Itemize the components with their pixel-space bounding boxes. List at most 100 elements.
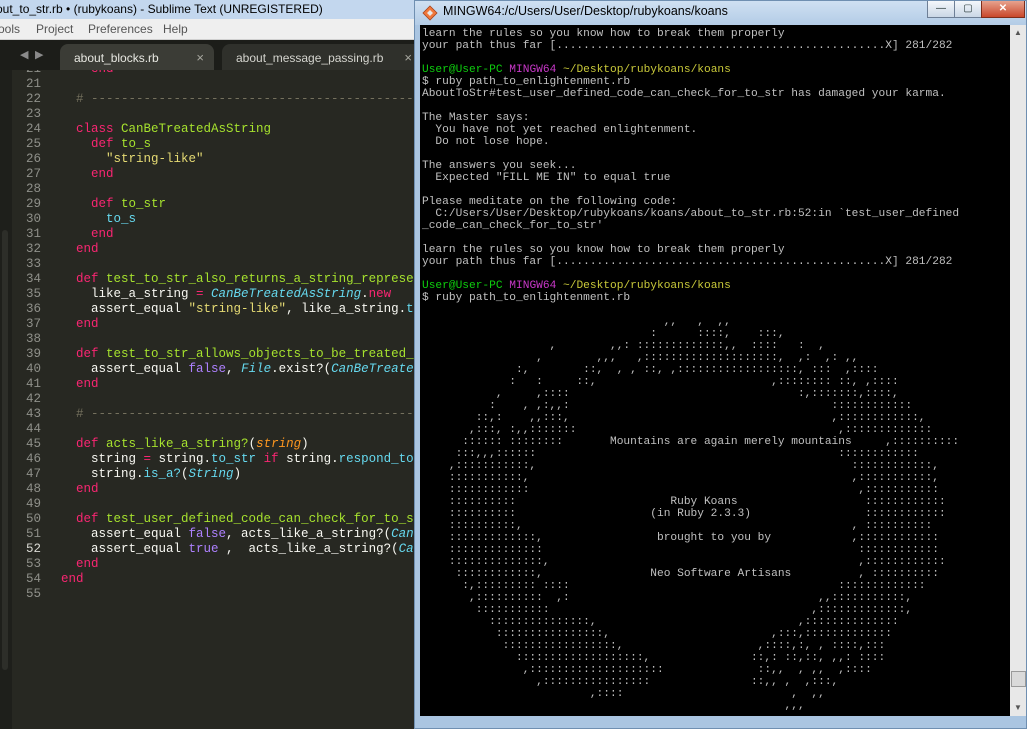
tab-scroll-right-icon[interactable]: ▶	[35, 48, 43, 61]
close-icon[interactable]: ×	[404, 44, 412, 72]
line-number: 23	[25, 107, 41, 121]
menu-preferences[interactable]: Preferences	[88, 19, 153, 39]
code-text: assert_equal true , acts_like_a_string?(…	[61, 542, 414, 557]
code-token: false	[188, 362, 227, 376]
tab-scroll-left-icon[interactable]: ◀	[20, 48, 28, 61]
menu-tools[interactable]: ools	[0, 19, 20, 39]
code-token: to_s	[121, 137, 152, 151]
code-token: string.	[61, 467, 144, 481]
sidebar-collapsed	[0, 70, 12, 729]
code-token: test_to_str_also_returns_a_string_repres…	[106, 272, 414, 286]
maximize-button[interactable]: ▢	[954, 1, 982, 18]
line-number: 48	[25, 482, 41, 496]
terminal-line: User@User-PC MINGW64 ~/Desktop/rubykoans…	[422, 280, 731, 292]
code-token: test_user_defined_code_can_check_for_to_…	[106, 512, 414, 526]
close-icon[interactable]: ×	[196, 44, 204, 72]
tab-bar: ◀ ▶ about_blocks.rb × about_message_pass…	[0, 40, 414, 70]
code-text: assert_equal "string-like", like_a_strin…	[61, 302, 414, 317]
code-token: end	[61, 572, 84, 586]
prompt-part: MINGW64	[509, 64, 557, 76]
code-token: , like_a_string.	[286, 302, 407, 316]
code-token: if	[263, 452, 287, 466]
scrollbar-thumb[interactable]	[1011, 671, 1026, 687]
terminal-line: ,:::, :,,::::::: ,:::::::::::::	[422, 424, 933, 436]
code-text: end	[61, 572, 84, 587]
terminal-line: Expected "FILL ME IN" to equal true	[422, 172, 671, 184]
code-token: def	[76, 437, 107, 451]
menu-project[interactable]: Project	[36, 19, 73, 39]
code-token: (	[181, 467, 189, 481]
prompt-part: User@User-PC	[422, 280, 503, 292]
code-editor[interactable]: 21 end2122 # ---------------------------…	[12, 70, 414, 729]
code-text: like_a_string = CanBeTreatedAsString.new	[61, 287, 391, 302]
menu-help[interactable]: Help	[163, 19, 188, 39]
minimize-button[interactable]: —	[927, 1, 955, 18]
line-number: 29	[25, 197, 41, 211]
tab-about-blocks[interactable]: about_blocks.rb ×	[60, 44, 214, 70]
terminal-line: your path thus far [....................…	[422, 256, 953, 268]
code-text: # --------------------------------------…	[61, 92, 414, 107]
code-token: def	[76, 512, 107, 526]
terminal-line: ,,,	[422, 700, 805, 712]
line-number: 30	[25, 212, 41, 226]
close-button[interactable]: ✕	[981, 1, 1025, 18]
line-number: 50	[25, 512, 41, 526]
code-token: end	[91, 227, 114, 241]
code-token: =	[196, 287, 212, 301]
code-text: def test_to_str_also_returns_a_string_re…	[61, 272, 414, 287]
tab-about-message-passing[interactable]: about_message_passing.rb ×	[222, 44, 414, 70]
tab-label: about_blocks.rb	[74, 51, 159, 65]
code-token: , acts_like_a_string?(	[226, 527, 392, 541]
terminal-title-bar[interactable]: MINGW64:/c/Users/User/Desktop/rubykoans/…	[415, 1, 1026, 25]
terminal-line: User@User-PC MINGW64 ~/Desktop/rubykoans…	[422, 64, 731, 76]
terminal-bottom-frame	[415, 716, 1026, 728]
code-token: assert_equal	[61, 542, 189, 556]
terminal-line: your path thus far [....................…	[422, 40, 953, 52]
sidebar-scrollbar[interactable]	[2, 230, 8, 670]
code-token: end	[76, 317, 99, 331]
terminal-line: ::::::::::::::, ,::::::::::::	[422, 556, 946, 568]
code-token: .	[361, 287, 369, 301]
line-number: 39	[25, 347, 41, 361]
terminal-scrollbar[interactable]: ▲ ▼	[1010, 25, 1026, 716]
sublime-title-text: out_to_str.rb • (rubykoans) - Sublime Te…	[0, 2, 323, 16]
code-token: string.	[286, 452, 339, 466]
prompt-part	[556, 280, 563, 292]
code-token: end	[76, 557, 99, 571]
line-number: 52	[25, 542, 41, 556]
terminal-line: ,:::::::::::::::::::: ::,, , ,, ,::::	[422, 664, 872, 676]
code-token: String	[188, 467, 234, 481]
line-number: 33	[25, 257, 41, 271]
code-token: "string-like"	[106, 152, 204, 166]
line-number: 21	[25, 77, 41, 91]
terminal-line: :::::::::: (in Ruby 2.3.3) ::::::::::::	[422, 508, 946, 520]
code-token: .exist?(	[271, 362, 332, 376]
terminal-line: , ,,, ,::::::::::::::::::::, ,: ,: ,,	[422, 352, 859, 364]
code-token: test_to_str_allows_objects_to_be_treated…	[106, 347, 414, 361]
line-number: 53	[25, 557, 41, 571]
code-token: CanNotBeTreatedAsString	[391, 527, 414, 541]
code-text: def test_to_str_allows_objects_to_be_tre…	[61, 347, 414, 362]
code-text: end	[61, 377, 99, 392]
code-token: , acts_like_a_string?(	[218, 542, 399, 556]
prompt-part: ~/Desktop/rubykoans/koans	[563, 64, 731, 76]
scroll-up-icon[interactable]: ▲	[1010, 25, 1026, 41]
code-token: to_s	[106, 212, 137, 226]
terminal-line: $ ruby path_to_enlightenment.rb	[422, 292, 631, 304]
code-token: to_str	[211, 452, 264, 466]
code-token: (	[248, 437, 257, 451]
scroll-down-icon[interactable]: ▼	[1010, 700, 1026, 716]
terminal-line: : : ::, ,:::::::: ::, ,::::	[422, 376, 899, 388]
line-number: 37	[25, 317, 41, 331]
code-token: CanBeTreatedAsString	[211, 287, 362, 301]
git-bash-icon	[422, 5, 438, 21]
terminal-output[interactable]: learn the rules so you know how to break…	[420, 25, 1010, 716]
